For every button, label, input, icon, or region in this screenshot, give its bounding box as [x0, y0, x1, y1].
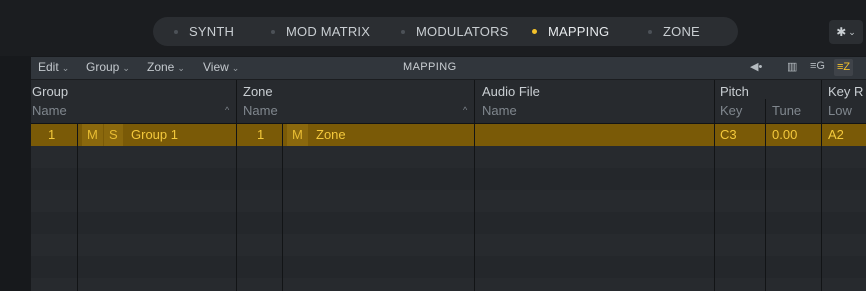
gear-icon: ✱ [836, 25, 847, 39]
group-name-subheader[interactable]: Name [32, 103, 67, 118]
empty-row [31, 234, 866, 256]
key-subheader[interactable]: Key [720, 103, 742, 118]
header-divider [821, 80, 822, 124]
tab-modulators[interactable]: MODULATORS [389, 17, 529, 46]
tab-indicator-dot [532, 29, 537, 34]
chevron-down-icon: ⌄ [177, 63, 185, 73]
header-divider [474, 80, 475, 124]
top-tab-bar: SYNTH MOD MATRIX MODULATORS MAPPING ZONE… [0, 0, 866, 56]
menu-label: Edit [38, 60, 59, 74]
pitch-column-header[interactable]: Pitch [720, 84, 749, 99]
zone-menu[interactable]: Zone ⌄ [147, 60, 185, 74]
table-row[interactable]: 1 M S Group 1 1 M Zone C3 0.00 A2 [31, 124, 866, 146]
group-column-header[interactable]: Group [32, 84, 68, 99]
column-divider [765, 124, 766, 291]
zone-number: 1 [257, 127, 265, 142]
tab-indicator-dot [174, 29, 178, 34]
key-range-low[interactable]: A2 [828, 127, 844, 142]
menu-label: View [203, 60, 229, 74]
empty-row [31, 168, 866, 190]
tune-subheader[interactable]: Tune [772, 103, 801, 118]
low-subheader[interactable]: Low [828, 103, 852, 118]
sort-caret-icon: ^ [225, 105, 230, 115]
menu-label: Zone [147, 60, 175, 74]
column-divider [236, 124, 237, 291]
tab-label: MOD MATRIX [286, 24, 371, 39]
sort-caret-icon: ^ [463, 105, 468, 115]
column-divider [714, 124, 715, 291]
mapping-panel: Edit ⌄ Group ⌄ Zone ⌄ View ⌄ MAPPING ◀• ▥ ≡G… [31, 57, 866, 291]
empty-row [31, 256, 866, 278]
menu-label: Group [86, 60, 120, 74]
group-view-icon[interactable]: ≡G [810, 60, 825, 72]
group-name: Group 1 [131, 127, 178, 142]
column-divider [821, 124, 822, 291]
pitch-tune[interactable]: 0.00 [772, 127, 797, 142]
gear-menu-button[interactable]: ✱ ⌄ [829, 20, 863, 44]
group-mute-button[interactable]: M [82, 124, 103, 146]
header-divider [765, 99, 766, 124]
tab-label: MODULATORS [416, 24, 509, 39]
tab-label: SYNTH [189, 24, 235, 39]
tab-indicator-dot [401, 29, 405, 34]
zone-table-body: 1 M S Group 1 1 M Zone C3 0.00 A2 [31, 124, 866, 291]
chevron-down-icon: ⌄ [848, 26, 856, 37]
speaker-icon[interactable]: ◀• [750, 60, 762, 73]
tab-label: MAPPING [548, 24, 610, 39]
column-divider [282, 124, 283, 291]
zone-mute-button[interactable]: M [287, 124, 308, 146]
zone-column-header[interactable]: Zone [243, 84, 273, 99]
zone-name-subheader[interactable]: Name [243, 103, 278, 118]
mapping-toolbar: Edit ⌄ Group ⌄ Zone ⌄ View ⌄ MAPPING ◀• ▥ ≡G… [31, 57, 866, 80]
chevron-down-icon: ⌄ [231, 63, 240, 73]
tab-zone[interactable]: ZONE [641, 17, 731, 46]
group-solo-button[interactable]: S [104, 124, 123, 146]
empty-row [31, 146, 866, 168]
view-menu[interactable]: View ⌄ [203, 60, 239, 74]
empty-row [31, 278, 866, 291]
column-divider [474, 124, 475, 291]
pitch-key[interactable]: C3 [720, 127, 737, 142]
view-tabs: SYNTH MOD MATRIX MODULATORS MAPPING ZONE [153, 17, 738, 46]
edit-menu[interactable]: Edit ⌄ [38, 60, 69, 74]
chevron-down-icon: ⌄ [61, 63, 70, 73]
group-menu[interactable]: Group ⌄ [86, 60, 130, 74]
empty-row [31, 190, 866, 212]
tab-synth[interactable]: SYNTH [153, 17, 261, 46]
panel-title: MAPPING [403, 61, 457, 73]
tab-label: ZONE [663, 24, 700, 39]
tab-mapping[interactable]: MAPPING [529, 17, 641, 46]
tab-indicator-dot [648, 29, 652, 34]
header-divider [236, 80, 237, 124]
audio-file-column-header[interactable]: Audio File [482, 84, 540, 99]
tab-indicator-dot [271, 29, 275, 34]
keyboard-view-icon[interactable]: ▥ [787, 60, 797, 73]
audio-name-subheader[interactable]: Name [482, 103, 517, 118]
header-divider [714, 80, 715, 124]
zone-name: Zone [316, 127, 346, 142]
tab-mod-matrix[interactable]: MOD MATRIX [261, 17, 389, 46]
empty-row [31, 212, 866, 234]
zone-view-icon[interactable]: ≡Z [834, 59, 854, 76]
chevron-down-icon: ⌄ [122, 63, 130, 73]
column-headers: Group Name ^ Zone Name ^ Audio File Name… [31, 80, 866, 124]
column-divider [77, 124, 78, 291]
group-number: 1 [48, 127, 56, 142]
key-range-column-header[interactable]: Key R [828, 84, 863, 99]
